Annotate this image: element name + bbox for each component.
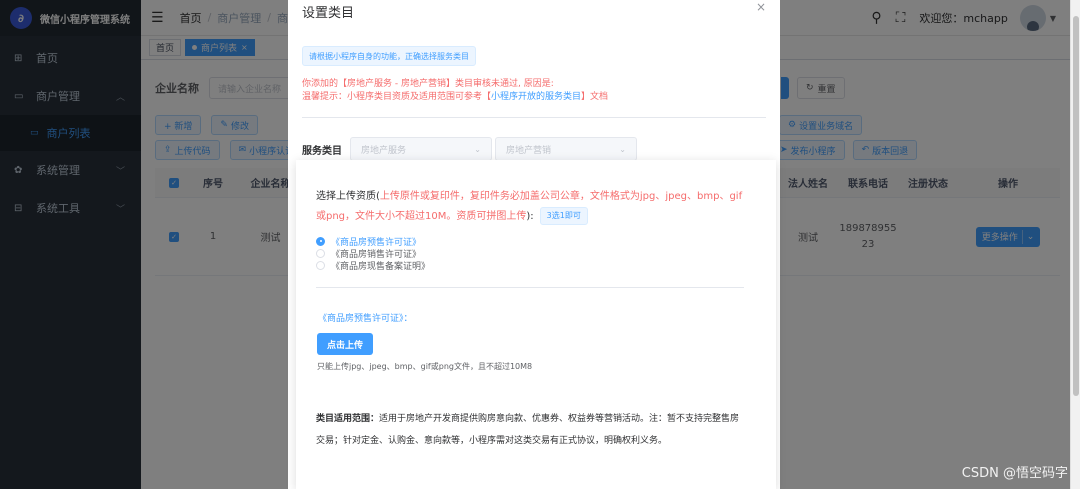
- qualification-panel: 选择上传资质(上传原件或复印件，复印件务必加盖公司公章，文件格式为jpg、jpe…: [296, 160, 776, 489]
- click-upload-button[interactable]: 点击上传: [317, 333, 374, 355]
- scrollbar-thumb[interactable]: [1073, 16, 1079, 396]
- page-scrollbar[interactable]: [1070, 0, 1080, 489]
- info-alert: 请根据小程序自身的功能，正确选择服务类目: [302, 46, 476, 66]
- upload-intro-suffix: ):: [526, 211, 534, 222]
- set-category-dialog: 设置类目 × 请根据小程序自身的功能，正确选择服务类目 你添加的【房地产服务 -…: [288, 0, 780, 489]
- scope-text: 适用于房地产开发商提供购房意向款、优惠券、权益券等营销活动。注：暂不支持完整售房…: [316, 414, 740, 446]
- radio-circle: [316, 236, 325, 246]
- reference-tip: 温馨提示：小程序类目资质及适用范围可参考【小程序开放的服务类目】文档: [302, 89, 608, 102]
- selected-doc-title: 《商品房预售许可证》：: [318, 314, 413, 324]
- upload-intro-prefix: 选择上传资质(: [316, 191, 380, 202]
- radio-presale-permit[interactable]: 《商品房预售许可证》: [316, 235, 430, 248]
- panel-divider: [316, 287, 744, 288]
- primary-category-select[interactable]: 房地产服务 ⌄: [350, 137, 492, 161]
- reference-tip-suffix: 】文档: [581, 92, 609, 102]
- section-divider: [302, 117, 766, 118]
- choice-tag: 3选1即可: [539, 207, 588, 225]
- upload-intro: 选择上传资质(上传原件或复印件，复印件务必加盖公司公章，文件格式为jpg、jpe…: [316, 187, 746, 227]
- category-scope: 类目适用范围：适用于房地产开发商提供购房意向款、优惠券、权益券等营销活动。注：暂…: [316, 408, 746, 452]
- upload-tip: 只能上传jpg、jpeg、bmp、gif或png文件，且不超过10M8: [317, 362, 533, 371]
- primary-category-value: 房地产服务: [361, 145, 407, 156]
- reference-tip-prefix: 温馨提示：小程序类目资质及适用范围可参考【: [302, 92, 492, 102]
- radio-circle: [316, 248, 325, 258]
- chevron-down-icon: ⌄: [619, 144, 626, 154]
- review-failed-text: 你添加的【房地产服务 - 房地产营销】类目审核未通过, 原因是:: [302, 79, 554, 89]
- radio-sales-permit[interactable]: 《商品房销售许可证》: [316, 247, 430, 260]
- service-category-doc-link[interactable]: 小程序开放的服务类目: [491, 92, 581, 102]
- radio-record-certificate[interactable]: 《商品房现售备案证明》: [316, 259, 431, 272]
- category-label: 服务类目: [302, 145, 342, 157]
- radio-label: 《商品房现售备案证明》: [331, 261, 431, 272]
- category-row: 服务类目 房地产服务 ⌄ 房地产营销 ⌄: [302, 137, 640, 161]
- scope-label: 类目适用范围：: [316, 414, 380, 424]
- watermark: CSDN @悟空码字: [961, 466, 1068, 481]
- secondary-category-value: 房地产营销: [506, 145, 552, 156]
- radio-circle: [316, 260, 325, 270]
- secondary-category-select[interactable]: 房地产营销 ⌄: [495, 137, 637, 161]
- qualification-radio-group: 《商品房预售许可证》 《商品房销售许可证》 《商品房现售备案证明》: [316, 235, 431, 272]
- chevron-down-icon: ⌄: [474, 144, 481, 154]
- dialog-title: 设置类目: [302, 6, 355, 21]
- close-icon[interactable]: ×: [756, 0, 766, 14]
